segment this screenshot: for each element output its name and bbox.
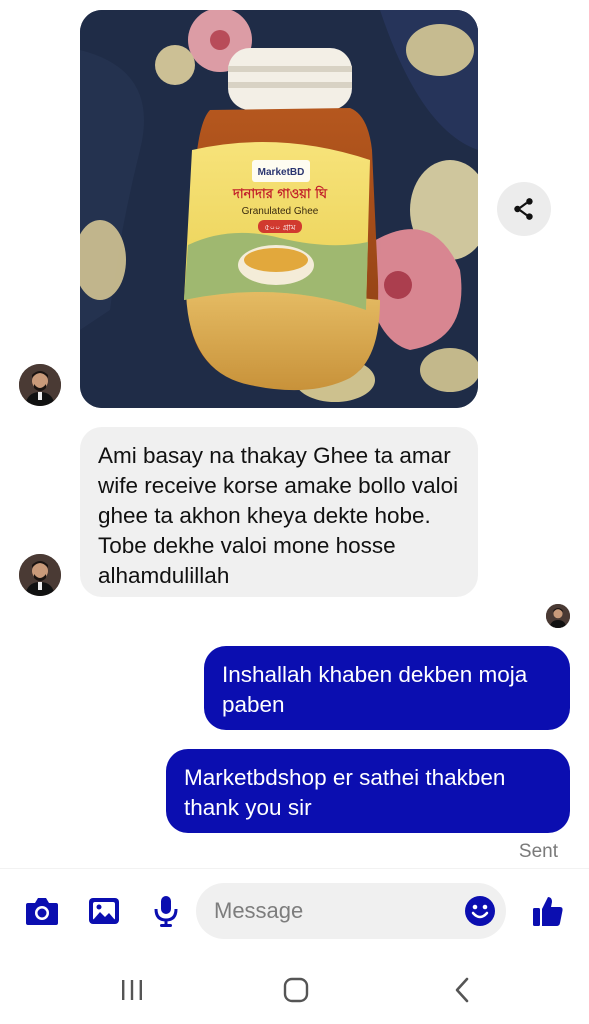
recent-apps-button[interactable] bbox=[112, 974, 152, 1006]
microphone-button[interactable] bbox=[146, 891, 186, 931]
avatar[interactable] bbox=[19, 364, 61, 406]
incoming-message-text: Ami basay na thakay Ghee ta amar wife re… bbox=[98, 443, 459, 588]
incoming-message[interactable]: Ami basay na thakay Ghee ta amar wife re… bbox=[80, 427, 478, 597]
label-english: Granulated Ghee bbox=[242, 206, 319, 217]
label-brand: MarketBD bbox=[258, 167, 305, 178]
profile-picture bbox=[546, 604, 570, 628]
outgoing-message-text: Inshallah khaben dekben moja paben bbox=[222, 662, 528, 717]
camera-button[interactable] bbox=[22, 891, 62, 931]
gallery-icon bbox=[89, 898, 119, 924]
microphone-icon bbox=[154, 896, 178, 927]
message-input[interactable] bbox=[214, 883, 454, 939]
recent-apps-icon bbox=[122, 980, 142, 1000]
outgoing-message[interactable]: Inshallah khaben dekben moja paben bbox=[204, 646, 570, 730]
read-receipt-avatar bbox=[546, 604, 570, 628]
conversation: MarketBD দানাদার গাওয়া ঘি Granulated Gh… bbox=[0, 0, 589, 868]
home-button[interactable] bbox=[276, 974, 316, 1006]
message-composer bbox=[0, 868, 589, 956]
shared-photo[interactable]: MarketBD দানাদার গাওয়া ঘি Granulated Gh… bbox=[80, 10, 478, 408]
share-icon bbox=[514, 198, 533, 220]
system-navigation-bar bbox=[0, 956, 589, 1024]
emoji-button[interactable] bbox=[464, 895, 496, 927]
gallery-button[interactable] bbox=[84, 891, 124, 931]
camera-icon bbox=[26, 898, 58, 925]
back-icon bbox=[455, 977, 469, 1003]
back-button[interactable] bbox=[442, 974, 482, 1006]
home-icon bbox=[283, 977, 309, 1003]
share-button[interactable] bbox=[497, 182, 551, 236]
emoji-icon bbox=[465, 896, 495, 926]
message-field[interactable] bbox=[196, 883, 506, 939]
outgoing-message-text: Marketbdshop er sathei thakben thank you… bbox=[184, 765, 506, 820]
profile-picture bbox=[19, 554, 61, 596]
profile-picture bbox=[19, 364, 61, 406]
label-bengali: দানাদার গাওয়া ঘি bbox=[232, 185, 328, 202]
ghee-jar-image: MarketBD দানাদার গাওয়া ঘি Granulated Gh… bbox=[80, 10, 478, 408]
thumbs-up-icon bbox=[533, 897, 563, 926]
outgoing-message[interactable]: Marketbdshop er sathei thakben thank you… bbox=[166, 749, 570, 833]
avatar[interactable] bbox=[19, 554, 61, 596]
label-badge: ৫০০ গ্রাম bbox=[265, 223, 296, 232]
like-button[interactable] bbox=[528, 891, 568, 931]
message-status: Sent bbox=[518, 841, 558, 862]
